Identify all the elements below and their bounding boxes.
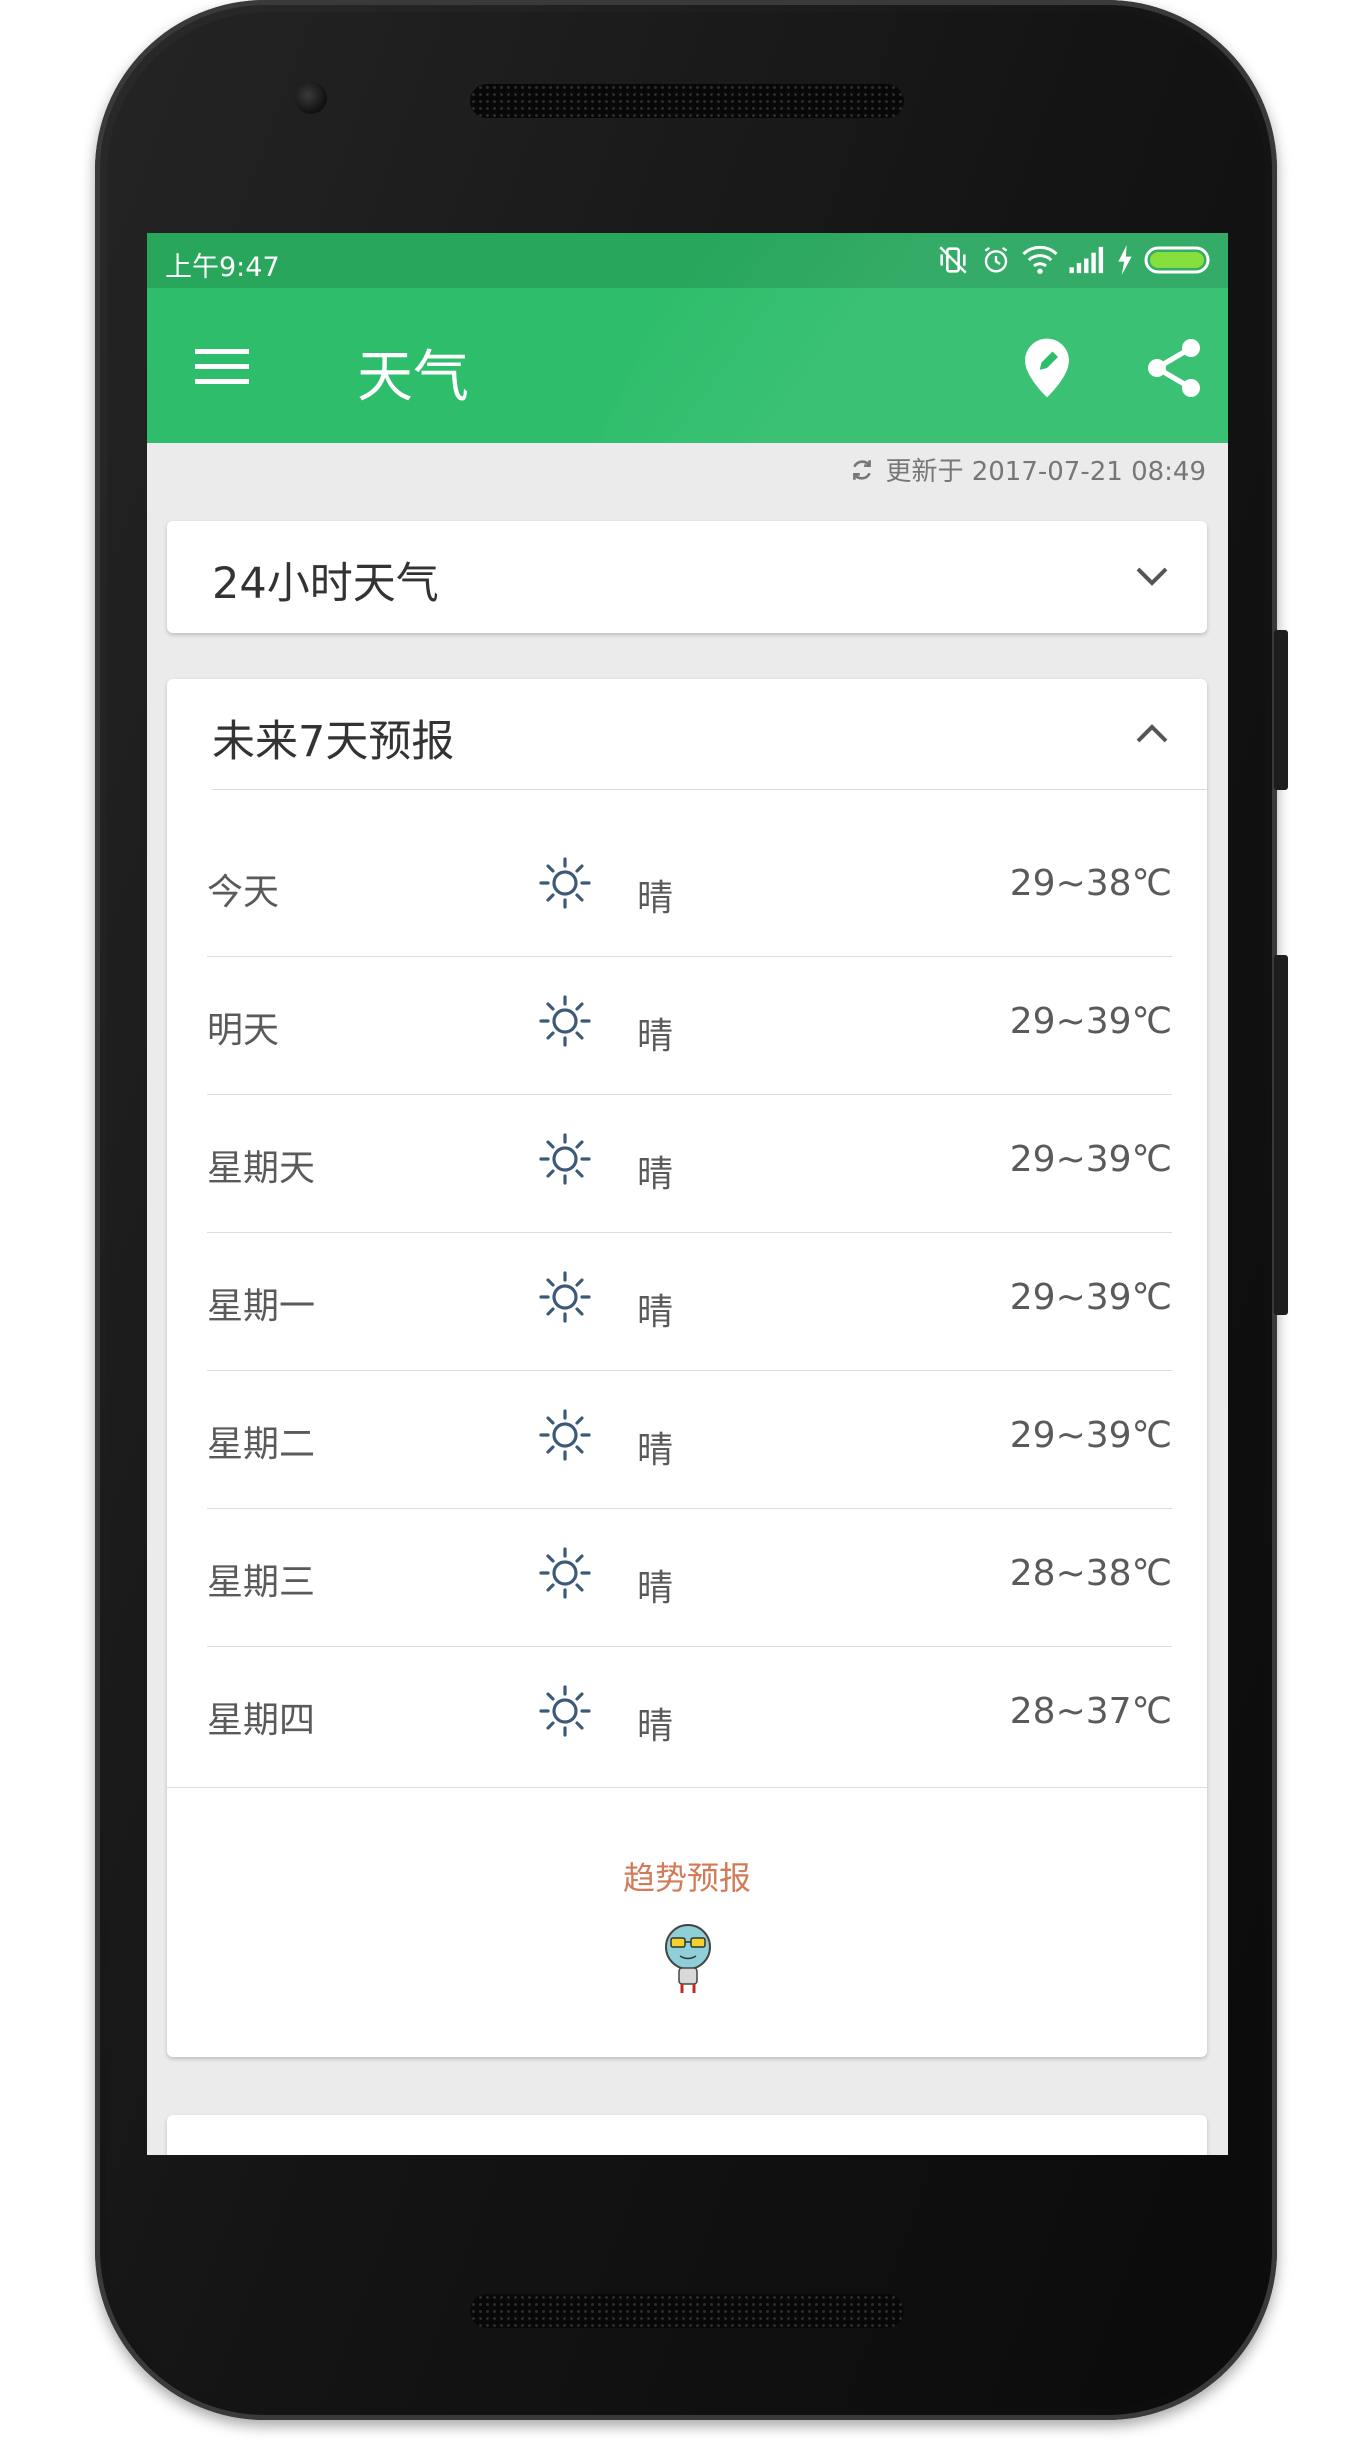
- life-index-card[interactable]: 今日生活指数: [167, 2115, 1207, 2155]
- forecast-condition: 晴: [637, 1016, 674, 1057]
- front-camera: [295, 82, 327, 114]
- volume-button: [1274, 955, 1288, 1315]
- sun-icon: [539, 1409, 591, 1461]
- refresh-icon: [853, 459, 872, 480]
- forecast-day: 星期三: [207, 1562, 316, 1603]
- forecast-day: 星期天: [207, 1148, 316, 1189]
- life-index-title: 今日生活指数: [212, 2143, 470, 2155]
- app-bar: 天气: [147, 233, 1228, 443]
- forecast-temp: 28~37℃: [1009, 1691, 1172, 1732]
- chevron-up-icon: [1136, 724, 1168, 743]
- mascot-icon: [665, 1924, 711, 1993]
- sun-icon: [539, 1685, 591, 1737]
- sun-icon: [539, 995, 591, 1047]
- forecast-day: 星期四: [207, 1700, 316, 1741]
- power-button: [1274, 630, 1288, 790]
- hourly-card[interactable]: 24小时天气: [167, 521, 1207, 633]
- forecast-temp: 29~39℃: [1009, 1277, 1172, 1318]
- forecast-day: 星期一: [207, 1286, 316, 1327]
- forecast-row: 星期三 晴 28~38℃: [207, 1509, 1172, 1647]
- bottom-speaker: [470, 2294, 904, 2328]
- forecast-row: 明天 晴 29~39℃: [207, 957, 1172, 1095]
- sun-icon: [539, 1133, 591, 1185]
- app-bar-gloss: [598, 233, 1228, 443]
- menu-button[interactable]: [187, 332, 257, 402]
- forecast-row: 星期二 晴 29~39℃: [207, 1371, 1172, 1509]
- sun-icon: [539, 1547, 591, 1599]
- forecast-day: 星期二: [207, 1424, 316, 1465]
- share-button[interactable]: [1135, 328, 1215, 408]
- footer-divider: [167, 1787, 1207, 1788]
- forecast-condition: 晴: [637, 1154, 674, 1195]
- forecast-condition: 晴: [637, 878, 674, 919]
- expand-button[interactable]: [1127, 551, 1177, 601]
- forecast-row: 星期四 晴 28~37℃: [207, 1647, 1172, 1785]
- forecast-row: 星期一 晴 29~39℃: [207, 1233, 1172, 1371]
- forecast-condition: 晴: [637, 1706, 674, 1747]
- update-time: 更新于 2017-07-21 08:49: [849, 451, 1206, 488]
- forecast-row: 今天 晴 29~38℃: [207, 819, 1172, 957]
- page-title: 天气: [357, 345, 469, 410]
- location-edit-button[interactable]: [1007, 328, 1087, 408]
- forecast-card-header[interactable]: 未来7天预报: [167, 679, 1207, 789]
- header-divider: [212, 789, 1207, 790]
- chevron-down-icon: [1136, 567, 1168, 586]
- forecast-temp: 29~39℃: [1009, 1415, 1172, 1456]
- forecast-card-title: 未来7天预报: [212, 717, 455, 767]
- top-speaker: [470, 84, 904, 118]
- screen: 上午9:47 天气 更新于 2017-07-21 08:49 24小时天气 未来…: [147, 233, 1228, 2155]
- forecast-condition: 晴: [637, 1292, 674, 1333]
- sun-icon: [539, 857, 591, 909]
- forecast-temp: 29~39℃: [1009, 1139, 1172, 1180]
- forecast-day: 今天: [207, 872, 280, 913]
- forecast-row: 星期天 晴 29~39℃: [207, 1095, 1172, 1233]
- hourly-card-header[interactable]: 24小时天气: [167, 521, 1207, 631]
- location-edit-icon: [1025, 338, 1069, 398]
- menu-icon: [195, 349, 249, 384]
- status-time: 上午9:47: [165, 252, 280, 283]
- hourly-card-title: 24小时天气: [212, 559, 439, 609]
- sun-icon: [539, 1271, 591, 1323]
- forecast-temp: 28~38℃: [1009, 1553, 1172, 1594]
- share-icon: [1148, 339, 1200, 397]
- forecast-card: 未来7天预报 今天晴 29~38℃ 明天晴 29~39℃ 星期天晴 29~39℃ 星期一晴 2…: [167, 679, 1207, 2057]
- forecast-day: 明天: [207, 1010, 280, 1051]
- collapse-button[interactable]: [1127, 709, 1177, 759]
- update-text: 更新于 2017-07-21 08:49: [885, 457, 1206, 487]
- forecast-temp: 29~38℃: [1009, 863, 1172, 904]
- forecast-temp: 29~39℃: [1009, 1001, 1172, 1042]
- forecast-condition: 晴: [637, 1568, 674, 1609]
- trend-forecast-link[interactable]: 趋势预报: [167, 1853, 1207, 1899]
- forecast-condition: 晴: [637, 1430, 674, 1471]
